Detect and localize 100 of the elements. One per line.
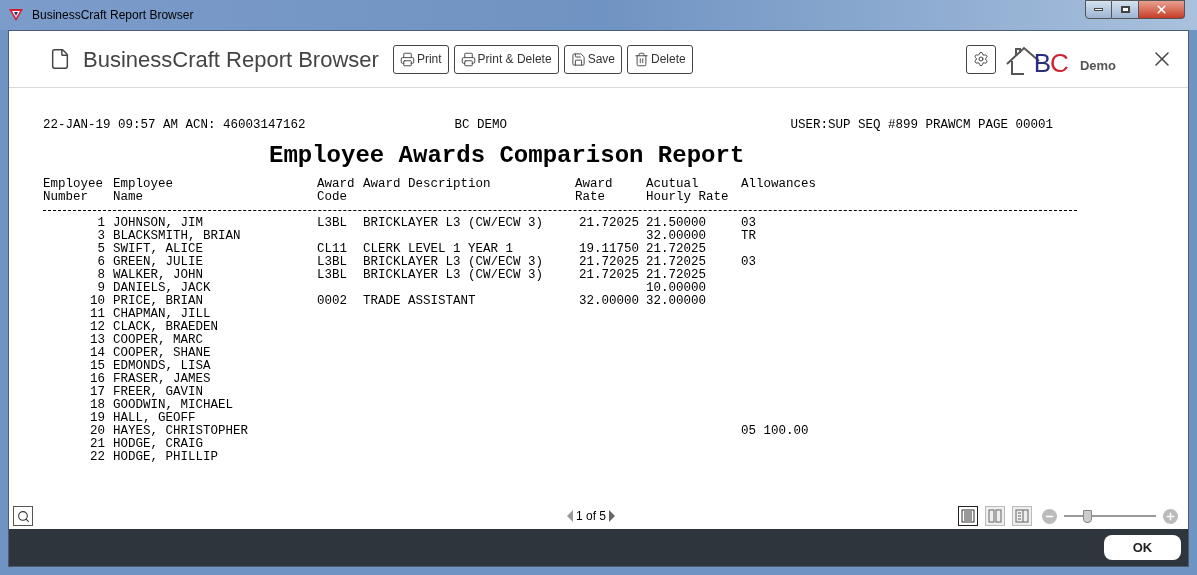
table-cell: 11 xyxy=(90,307,105,321)
table-cell: 32.00000 xyxy=(646,294,706,308)
close-button[interactable] xyxy=(1139,0,1185,19)
table-cell: 12 xyxy=(90,320,105,334)
page-list-icon xyxy=(1015,509,1029,523)
table-cell: 9 xyxy=(97,281,105,295)
close-icon xyxy=(1155,3,1168,16)
plus-icon xyxy=(1165,510,1176,522)
next-page-button[interactable] xyxy=(609,510,616,522)
table-cell: BRICKLAYER L3 (CW/ECW 3) xyxy=(363,255,544,269)
table-cell: 21.72025 xyxy=(646,242,706,256)
table-cell: 05 100.00 xyxy=(741,424,809,438)
table-cell: HODGE, CRAIG xyxy=(113,437,203,451)
slider-thumb[interactable] xyxy=(1083,509,1092,523)
table-cell: 21.72025 xyxy=(579,255,639,269)
table-cell: 15 xyxy=(90,359,105,373)
zoom-slider[interactable] xyxy=(1064,509,1156,523)
table-cell: 0002 xyxy=(317,294,347,308)
toolbar-button[interactable]: Delete xyxy=(627,44,693,74)
table-cell: 3 xyxy=(97,229,105,243)
search-button[interactable] xyxy=(13,506,33,526)
table-cell: EDMONDS, LISA xyxy=(113,359,211,373)
table-cell: 14 xyxy=(90,346,105,360)
report-meta: USER:SUP SEQ #899 PRAWCM PAGE 00001 xyxy=(790,119,1053,132)
table-cell: 5 xyxy=(97,242,105,256)
document-icon xyxy=(49,48,71,70)
table-cell: BRICKLAYER L3 (CW/ECW 3) xyxy=(363,268,544,282)
table-cell: GOODWIN, MICHAEL xyxy=(113,398,234,412)
table-cell: TRADE ASSISTANT xyxy=(363,294,476,308)
column-header: Employee Name xyxy=(113,178,174,204)
toolbar-button[interactable]: Print xyxy=(392,44,449,74)
table-cell: 20 xyxy=(90,424,105,438)
column-header: Award Description xyxy=(363,178,492,193)
table-cell: 17 xyxy=(90,385,105,399)
window-title: BusinessCraft Report Browser xyxy=(32,7,194,24)
table-cell: 21.72025 xyxy=(579,268,639,282)
table-cell: HALL, GEOFF xyxy=(113,411,196,425)
table-cell: 6 xyxy=(97,255,105,269)
report-meta: BC DEMO xyxy=(454,119,508,132)
column-header: Acutual Hourly Rate xyxy=(646,178,730,204)
settings-button[interactable] xyxy=(965,44,996,74)
table-cell: L3BL xyxy=(317,268,347,282)
table-cell: CL11 xyxy=(317,242,347,256)
table-cell: L3BL xyxy=(317,216,347,230)
table-cell: 19.11750 xyxy=(579,242,639,256)
table-cell: CLACK, BRAEDEN xyxy=(113,320,219,334)
print-icon xyxy=(460,51,476,67)
table-cell: TR xyxy=(741,229,756,243)
table-cell: 21 xyxy=(90,437,105,451)
table-cell: 21.72025 xyxy=(646,268,706,282)
table-cell: 18 xyxy=(90,398,105,412)
table-cell: 1 xyxy=(97,216,105,230)
table-cell: 21.50000 xyxy=(646,216,706,230)
column-header: Allowances xyxy=(741,178,817,193)
table-cell: FRASER, JAMES xyxy=(113,372,211,386)
table-cell: 16 xyxy=(90,372,105,386)
table-cell: 13 xyxy=(90,333,105,347)
report-meta: 22-JAN-19 09:57 AM ACN: 46003147162 xyxy=(43,119,306,132)
settings-icon xyxy=(972,51,989,67)
minimize-button[interactable] xyxy=(1085,0,1112,19)
table-cell: 10.00000 xyxy=(646,281,706,295)
table-cell: 22 xyxy=(90,450,105,464)
table-cell: 03 xyxy=(741,255,756,269)
app-logo-icon xyxy=(8,8,24,22)
table-cell: SWIFT, ALICE xyxy=(113,242,203,256)
table-cell: 32.00000 xyxy=(579,294,639,308)
maximize-button[interactable] xyxy=(1112,0,1139,19)
table-cell: L3BL xyxy=(317,255,347,269)
table-cell: CLERK LEVEL 1 YEAR 1 xyxy=(363,242,514,256)
two-page-icon xyxy=(988,509,1002,523)
table-cell: PRICE, BRIAN xyxy=(113,294,203,308)
table-cell: BLACKSMITH, BRIAN xyxy=(113,229,241,243)
report-title: Employee Awards Comparison Report xyxy=(269,144,745,168)
toolbar-button[interactable]: Save xyxy=(563,44,622,74)
search-icon xyxy=(16,509,30,523)
logo-text: BC xyxy=(1033,50,1068,76)
ok-button[interactable]: OK xyxy=(1104,535,1181,560)
table-cell: COOPER, MARC xyxy=(113,333,203,347)
column-header: Employee Number xyxy=(43,178,104,204)
table-cell: 03 xyxy=(741,216,756,230)
previous-page-button[interactable] xyxy=(567,510,573,522)
table-cell: HODGE, PHILLIP xyxy=(113,450,219,464)
table-cell: DANIELS, JACK xyxy=(113,281,211,295)
table-cell: 32.00000 xyxy=(646,229,706,243)
table-cell: 10 xyxy=(90,294,105,308)
table-cell: BRICKLAYER L3 (CW/ECW 3) xyxy=(363,216,544,230)
print-icon xyxy=(399,51,415,67)
table-cell: WALKER, JOHN xyxy=(113,268,203,282)
table-cell: 8 xyxy=(97,268,105,282)
page-indicator: 1 of 5 xyxy=(576,508,607,525)
table-cell: 21.72025 xyxy=(646,255,706,269)
single-page-icon xyxy=(961,509,975,523)
table-cell: CHAPMAN, JILL xyxy=(113,307,211,321)
table-cell: GREEN, JULIE xyxy=(113,255,203,269)
toolbar-button[interactable]: Print & Delete xyxy=(453,44,559,74)
table-cell: FREER, GAVIN xyxy=(113,385,203,399)
table-cell: COOPER, SHANE xyxy=(113,346,211,360)
app-title: BusinessCraft Report Browser xyxy=(83,45,379,74)
page-view-button[interactable] xyxy=(958,506,978,526)
table-cell: HAYES, CHRISTOPHER xyxy=(113,424,249,438)
